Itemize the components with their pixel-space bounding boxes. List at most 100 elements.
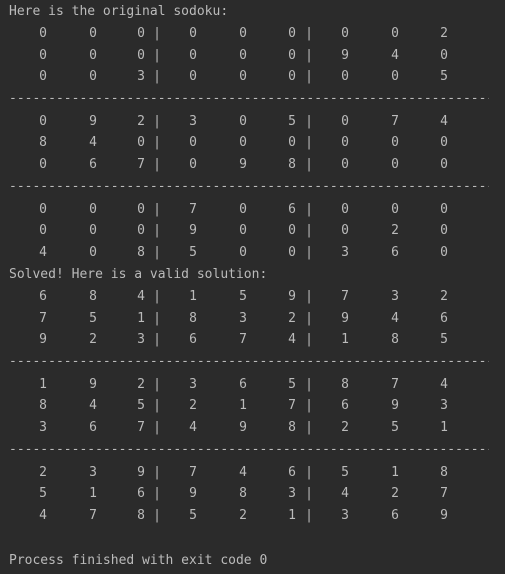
section-divider: ----------------------------------------… <box>9 442 489 457</box>
solved-cell: 1 <box>239 398 247 413</box>
solved-cell: 2 <box>189 398 197 413</box>
box-separator: | <box>305 486 313 501</box>
original-cell: 0 <box>39 223 47 238</box>
solved-cell: 4 <box>391 311 399 326</box>
box-separator: | <box>305 223 313 238</box>
solved-cell: 2 <box>39 465 47 480</box>
original-cell: 0 <box>89 202 97 217</box>
solved-cell: 2 <box>391 486 399 501</box>
original-cell: 0 <box>440 223 448 238</box>
box-separator: | <box>305 465 313 480</box>
solved-row: 1 9 2 3 6 5 8 7 4 | | <box>0 376 505 393</box>
original-cell: 0 <box>288 135 296 150</box>
box-separator: | <box>305 69 313 84</box>
solved-cell: 7 <box>189 465 197 480</box>
original-cell: 0 <box>89 69 97 84</box>
original-header: Here is the original sodoku: <box>9 4 229 19</box>
box-separator: | <box>153 377 161 392</box>
solved-cell: 8 <box>189 311 197 326</box>
original-cell: 0 <box>137 202 145 217</box>
solved-cell: 3 <box>89 465 97 480</box>
solved-cell: 6 <box>440 311 448 326</box>
solved-cell: 1 <box>391 465 399 480</box>
solved-cell: 2 <box>440 289 448 304</box>
original-cell: 0 <box>288 69 296 84</box>
box-separator: | <box>305 398 313 413</box>
original-row: 4 0 8 5 0 0 3 6 0 | | <box>0 244 505 261</box>
original-cell: 0 <box>391 135 399 150</box>
original-cell: 7 <box>137 157 145 172</box>
original-cell: 4 <box>39 245 47 260</box>
solved-cell: 1 <box>440 420 448 435</box>
original-cell: 0 <box>391 202 399 217</box>
original-cell: 0 <box>288 245 296 260</box>
original-cell: 0 <box>239 135 247 150</box>
solved-header: Solved! Here is a valid solution: <box>9 267 268 282</box>
original-cell: 0 <box>39 48 47 63</box>
solved-cell: 6 <box>239 377 247 392</box>
original-cell: 7 <box>189 202 197 217</box>
solved-cell: 8 <box>440 465 448 480</box>
run-console-output[interactable]: Here is the original sodoku: 0 0 0 0 0 0 0 0 2 | |… <box>0 0 505 574</box>
original-cell: 0 <box>440 157 448 172</box>
solved-cell: 7 <box>391 377 399 392</box>
original-cell: 0 <box>39 114 47 129</box>
solved-cell: 4 <box>341 486 349 501</box>
original-cell: 0 <box>137 26 145 41</box>
original-cell: 3 <box>189 114 197 129</box>
solved-cell: 9 <box>440 508 448 523</box>
original-cell: 0 <box>239 48 247 63</box>
original-cell: 0 <box>137 48 145 63</box>
solved-cell: 7 <box>440 486 448 501</box>
solved-cell: 1 <box>189 289 197 304</box>
original-cell: 0 <box>89 48 97 63</box>
solved-cell: 7 <box>239 332 247 347</box>
original-cell: 0 <box>89 223 97 238</box>
solved-row: 6 8 4 1 5 9 7 3 2 | | <box>0 288 505 305</box>
box-separator: | <box>305 48 313 63</box>
box-separator: | <box>305 289 313 304</box>
box-separator: | <box>153 26 161 41</box>
solved-cell: 6 <box>288 465 296 480</box>
solved-cell: 8 <box>288 420 296 435</box>
solved-cell: 4 <box>39 508 47 523</box>
box-separator: | <box>153 114 161 129</box>
original-cell: 0 <box>341 114 349 129</box>
solved-cell: 2 <box>137 377 145 392</box>
solved-cell: 6 <box>189 332 197 347</box>
original-cell: 0 <box>391 26 399 41</box>
solved-cell: 1 <box>89 486 97 501</box>
original-cell: 9 <box>239 157 247 172</box>
solved-cell: 7 <box>39 311 47 326</box>
original-cell: 0 <box>189 157 197 172</box>
original-cell: 0 <box>239 26 247 41</box>
box-separator: | <box>305 114 313 129</box>
original-cell: 8 <box>137 245 145 260</box>
solved-cell: 1 <box>288 508 296 523</box>
solved-cell: 9 <box>39 332 47 347</box>
solved-cell: 4 <box>288 332 296 347</box>
original-cell: 3 <box>341 245 349 260</box>
original-cell: 0 <box>341 69 349 84</box>
box-separator: | <box>153 245 161 260</box>
original-cell: 0 <box>288 48 296 63</box>
original-cell: 0 <box>89 26 97 41</box>
solved-cell: 9 <box>239 420 247 435</box>
solved-row: 2 3 9 7 4 6 5 1 8 | | <box>0 464 505 481</box>
solved-cell: 5 <box>137 398 145 413</box>
solved-cell: 5 <box>440 332 448 347</box>
solved-cell: 7 <box>288 398 296 413</box>
original-cell: 8 <box>39 135 47 150</box>
solved-cell: 7 <box>89 508 97 523</box>
original-cell: 0 <box>341 202 349 217</box>
solved-cell: 3 <box>341 508 349 523</box>
solved-cell: 2 <box>89 332 97 347</box>
box-separator: | <box>305 245 313 260</box>
section-divider: ----------------------------------------… <box>9 91 489 106</box>
original-cell: 7 <box>391 114 399 129</box>
solved-cell: 1 <box>39 377 47 392</box>
box-separator: | <box>305 311 313 326</box>
solved-cell: 9 <box>391 398 399 413</box>
original-cell: 5 <box>288 114 296 129</box>
original-cell: 0 <box>341 135 349 150</box>
